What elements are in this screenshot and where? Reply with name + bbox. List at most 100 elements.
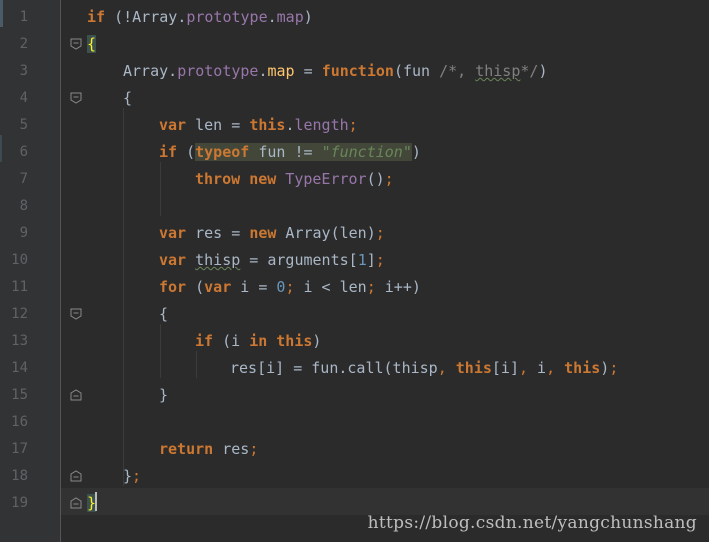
indent-guide <box>160 324 161 378</box>
current-line-highlight <box>61 488 709 515</box>
code-line[interactable]: if (i in this) <box>195 328 321 355</box>
comment-token: */ <box>520 62 539 80</box>
code-line[interactable]: if (!Array.prototype.map) <box>87 4 313 31</box>
code-token: ; <box>366 278 376 296</box>
keyword-token: if <box>159 143 178 161</box>
keyword-token: throw <box>195 170 241 188</box>
code-token: res = <box>186 224 250 242</box>
code-token: ; <box>375 251 385 269</box>
keyword-token: typeof <box>195 143 250 161</box>
keyword-token: var <box>204 278 232 296</box>
code-token: ) <box>538 62 548 80</box>
code-token: len = <box>186 116 250 134</box>
code-line[interactable]: { <box>87 31 97 58</box>
line-number: 13 <box>11 333 28 349</box>
code-line[interactable]: throw new TypeError(); <box>195 166 394 193</box>
code-line[interactable]: var res = new Array(len); <box>159 220 385 247</box>
fold-collapse-icon[interactable] <box>70 38 82 50</box>
line-number: 14 <box>11 360 28 376</box>
keyword-token: return <box>159 440 214 458</box>
line-number: 11 <box>11 279 28 295</box>
code-line[interactable]: } <box>159 382 168 409</box>
line-number: 8 <box>19 198 28 214</box>
line-number: 17 <box>11 441 28 457</box>
property-token: map <box>276 8 304 26</box>
watermark: https://blog.csdn.net/yangchunshang <box>367 513 697 533</box>
keyword-token: if <box>195 332 214 350</box>
code-line[interactable]: Array.prototype.map = function(fun /*, t… <box>123 58 547 85</box>
number-token: 1 <box>357 251 367 269</box>
keyword-token: if <box>87 8 106 26</box>
string-token: "function" <box>321 143 412 161</box>
code-token: ) <box>600 359 610 377</box>
comment-token: thisp <box>475 62 521 80</box>
code-line[interactable]: var len = this.length; <box>159 112 358 139</box>
code-token: i < len <box>294 278 367 296</box>
line-number: 5 <box>19 117 28 133</box>
code-line[interactable]: }; <box>123 463 141 490</box>
line-number: 15 <box>11 387 28 403</box>
line-number: 19 <box>11 495 28 511</box>
code-token: . <box>267 8 277 26</box>
code-token: , <box>519 359 529 377</box>
line-number: 16 <box>11 414 28 430</box>
line-number: 1 <box>19 9 28 25</box>
keyword-token: var <box>159 116 187 134</box>
line-number: 2 <box>19 36 28 52</box>
fold-collapse-icon[interactable] <box>70 308 82 320</box>
code-token: { <box>123 89 133 107</box>
code-token: ) <box>303 8 313 26</box>
code-token: , <box>437 359 447 377</box>
text-caret <box>95 492 97 511</box>
code-token: res <box>213 440 250 458</box>
code-token: res[i] = fun. <box>230 359 348 377</box>
code-line[interactable]: res[i] = fun.call(thisp, this[i], i, thi… <box>230 355 618 382</box>
line-number: 4 <box>19 90 28 106</box>
code-token: } <box>123 467 133 485</box>
code-token: Array <box>132 8 178 26</box>
code-token: ; <box>249 440 259 458</box>
fold-end-icon[interactable] <box>70 389 82 401</box>
line-number: 9 <box>19 225 28 241</box>
keyword-token: for <box>159 278 187 296</box>
code-line[interactable]: { <box>159 301 168 328</box>
code-token: (! <box>105 8 133 26</box>
fold-collapse-icon[interactable] <box>70 92 82 104</box>
code-line[interactable]: var thisp = arguments[1]; <box>159 247 385 274</box>
code-token: ; <box>375 224 385 242</box>
line-number: 6 <box>19 144 28 160</box>
code-token: . <box>258 62 268 80</box>
fold-end-icon[interactable] <box>70 497 82 509</box>
line-number: 12 <box>11 306 28 322</box>
code-token: = <box>294 62 322 80</box>
code-token: i = <box>231 278 277 296</box>
keyword-token: this <box>276 332 313 350</box>
matched-brace: { <box>87 35 97 53</box>
code-token: ; <box>384 170 394 188</box>
code-token: = arguments[ <box>240 251 358 269</box>
code-line[interactable]: for (var i = 0; i < len; i++) <box>159 274 421 301</box>
code-token: Array <box>123 62 169 80</box>
keyword-token: var <box>159 251 187 269</box>
line-number: 3 <box>19 63 28 79</box>
keyword-token: this <box>249 116 286 134</box>
code-editor[interactable]: 1 2 3 4 5 6 7 8 9 10 11 12 13 14 15 16 1… <box>0 0 709 542</box>
code-line[interactable]: if (typeof fun != "function") <box>159 139 421 166</box>
comment-token: /*, <box>439 62 476 80</box>
line-number: 10 <box>11 252 28 268</box>
code-line[interactable]: return res; <box>159 436 258 463</box>
keyword-token: this <box>564 359 601 377</box>
code-token: (fun <box>393 62 440 80</box>
code-token: ; <box>348 116 358 134</box>
keyword-token: in <box>249 332 268 350</box>
code-token: Array(len) <box>276 224 376 242</box>
line-number: 18 <box>11 468 28 484</box>
code-token: ; <box>609 359 619 377</box>
keyword-token: new <box>249 224 277 242</box>
code-line[interactable]: { <box>123 85 132 112</box>
fold-end-icon[interactable] <box>70 470 82 482</box>
